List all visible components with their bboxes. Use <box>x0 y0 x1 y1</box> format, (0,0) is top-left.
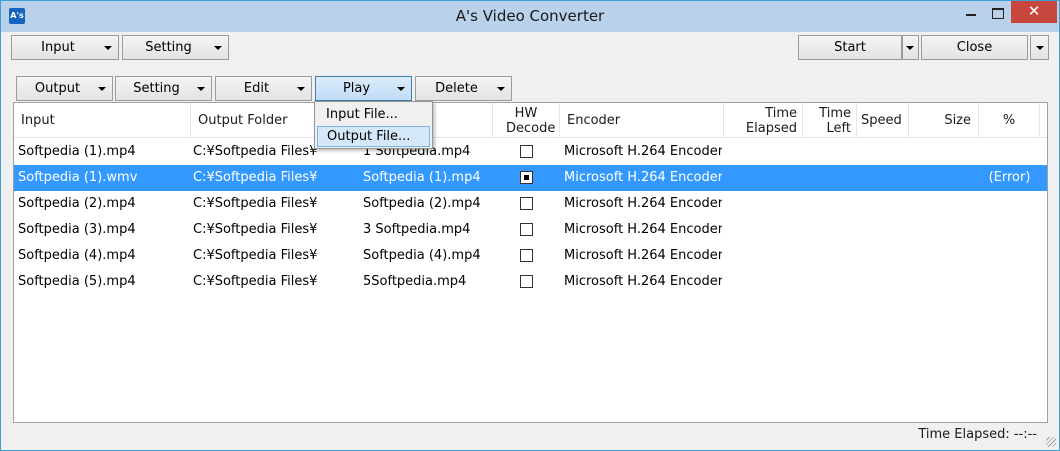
cell-input: Softpedia (4).mp4 <box>18 248 136 263</box>
status-time-elapsed: Time Elapsed: --:-- <box>918 427 1037 442</box>
cell-encoder: Microsoft H.264 Encoder <box>564 170 722 185</box>
table-row[interactable]: Softpedia (5).mp4 C:¥Softpedia Files¥ 5Sof… <box>14 269 1047 295</box>
close-button[interactable]: Close <box>921 35 1028 60</box>
output-button-label: Output <box>34 81 81 96</box>
column-header-hw-decode[interactable]: HW Decode <box>493 103 560 138</box>
table-row[interactable]: Softpedia (2).mp4 C:¥Softpedia Files¥ Soft… <box>14 191 1047 217</box>
chevron-down-icon <box>1036 46 1044 50</box>
cell-output-folder: C:¥Softpedia Files¥ <box>193 248 318 263</box>
cell-encoder: Microsoft H.264 Encoder <box>564 222 722 237</box>
table-row[interactable]: Softpedia (1).mp4 C:¥Softpedia Files¥ 1 So… <box>14 139 1047 165</box>
minimize-button[interactable] <box>958 1 984 23</box>
window-close-button[interactable]: ✕ <box>1011 1 1057 23</box>
column-header-time-elapsed[interactable]: Time Elapsed <box>724 103 803 138</box>
file-list[interactable]: Input Output Folder HW Decode Encoder Ti… <box>13 102 1048 423</box>
resize-grip-icon[interactable] <box>1046 437 1056 447</box>
setting-button[interactable]: Setting <box>122 35 229 60</box>
cell-output-file: 5Softpedia.mp4 <box>363 274 467 289</box>
cell-percent <box>981 243 1038 269</box>
chevron-down-icon <box>104 46 112 50</box>
column-header-encoder[interactable]: Encoder <box>560 103 724 138</box>
cell-input: Softpedia (5).mp4 <box>18 274 136 289</box>
hw-decode-checkbox[interactable] <box>520 275 533 288</box>
cell-encoder: Microsoft H.264 Encoder <box>564 144 722 159</box>
status-bar: Time Elapsed: --:-- <box>1 424 1059 450</box>
input-button-label: Input <box>41 40 75 55</box>
hw-decode-checkbox[interactable] <box>520 145 533 158</box>
hw-decode-checkbox[interactable] <box>520 223 533 236</box>
hw-decode-header-label: HW Decode <box>506 105 556 136</box>
cell-percent <box>981 191 1038 217</box>
edit-button-label: Edit <box>243 81 270 96</box>
title-bar: A's A's Video Converter ✕ <box>1 1 1059 32</box>
chevron-down-icon <box>197 87 205 91</box>
input-button[interactable]: Input <box>11 35 119 60</box>
time-left-header-label: Time Left <box>819 105 851 136</box>
cell-percent <box>981 269 1038 295</box>
chevron-down-icon <box>297 87 305 91</box>
close-dropdown-button[interactable] <box>1030 35 1049 60</box>
play-button[interactable]: Play <box>315 76 412 101</box>
cell-input: Softpedia (3).mp4 <box>18 222 136 237</box>
cell-encoder: Microsoft H.264 Encoder <box>564 274 722 289</box>
chevron-down-icon <box>497 87 505 91</box>
delete-button-label: Delete <box>435 81 478 96</box>
cell-output-folder: C:¥Softpedia Files¥ <box>193 222 318 237</box>
item-setting-button[interactable]: Setting <box>115 76 212 101</box>
column-header-speed[interactable]: Speed <box>857 103 909 138</box>
table-row[interactable]: Softpedia (4).mp4 C:¥Softpedia Files¥ Soft… <box>14 243 1047 269</box>
file-list-header: Input Output Folder HW Decode Encoder Ti… <box>14 103 1047 138</box>
column-header-time-left[interactable]: Time Left <box>803 103 857 138</box>
cell-output-folder: C:¥Softpedia Files¥ <box>193 170 318 185</box>
cell-percent <box>981 217 1038 243</box>
play-button-label: Play <box>342 81 371 96</box>
chevron-down-icon <box>397 87 405 91</box>
cell-input: Softpedia (1).wmv <box>18 170 138 185</box>
hw-decode-checkbox[interactable] <box>520 197 533 210</box>
maximize-button[interactable] <box>984 1 1010 23</box>
play-dropdown-menu: Input File... Output File... <box>314 101 433 149</box>
cell-encoder: Microsoft H.264 Encoder <box>564 196 722 211</box>
chevron-down-icon <box>906 46 914 50</box>
window-title: A's Video Converter <box>455 7 605 25</box>
edit-button[interactable]: Edit <box>215 76 312 101</box>
cell-output-file: 3 Softpedia.mp4 <box>363 222 471 237</box>
table-row[interactable]: Softpedia (3).mp4 C:¥Softpedia Files¥ 3 So… <box>14 217 1047 243</box>
menu-item-output-file[interactable]: Output File... <box>317 126 430 147</box>
hw-decode-checkbox[interactable] <box>520 249 533 262</box>
chevron-down-icon <box>98 87 106 91</box>
cell-output-folder: C:¥Softpedia Files¥ <box>193 274 318 289</box>
column-header-percent[interactable]: % <box>979 103 1040 138</box>
column-header-input[interactable]: Input <box>14 103 191 138</box>
item-setting-button-label: Setting <box>133 81 180 96</box>
output-button[interactable]: Output <box>16 76 113 101</box>
time-elapsed-header-label: Time Elapsed <box>745 105 797 136</box>
cell-output-file: Softpedia (4).mp4 <box>363 248 481 263</box>
cell-output-file: Softpedia (1).mp4 <box>363 170 481 185</box>
cell-input: Softpedia (2).mp4 <box>18 196 136 211</box>
setting-button-label: Setting <box>145 40 192 55</box>
table-row[interactable]: Softpedia (1).wmv C:¥Softpedia Files¥ Soft… <box>14 165 1047 191</box>
cell-output-folder: C:¥Softpedia Files¥ <box>193 196 318 211</box>
start-button[interactable]: Start <box>798 35 902 60</box>
delete-button[interactable]: Delete <box>415 76 512 101</box>
cell-input: Softpedia (1).mp4 <box>18 144 136 159</box>
column-header-size[interactable]: Size <box>909 103 979 138</box>
main-window: A's A's Video Converter ✕ Input Setting … <box>0 0 1060 451</box>
start-dropdown-button[interactable] <box>902 35 919 60</box>
cell-percent <box>981 139 1038 165</box>
hw-decode-checkbox[interactable] <box>520 171 533 184</box>
cell-percent: (Error) <box>988 170 1031 185</box>
menu-item-input-file[interactable]: Input File... <box>317 104 430 125</box>
cell-encoder: Microsoft H.264 Encoder <box>564 248 722 263</box>
cell-output-file: Softpedia (2).mp4 <box>363 196 481 211</box>
chevron-down-icon <box>214 46 222 50</box>
